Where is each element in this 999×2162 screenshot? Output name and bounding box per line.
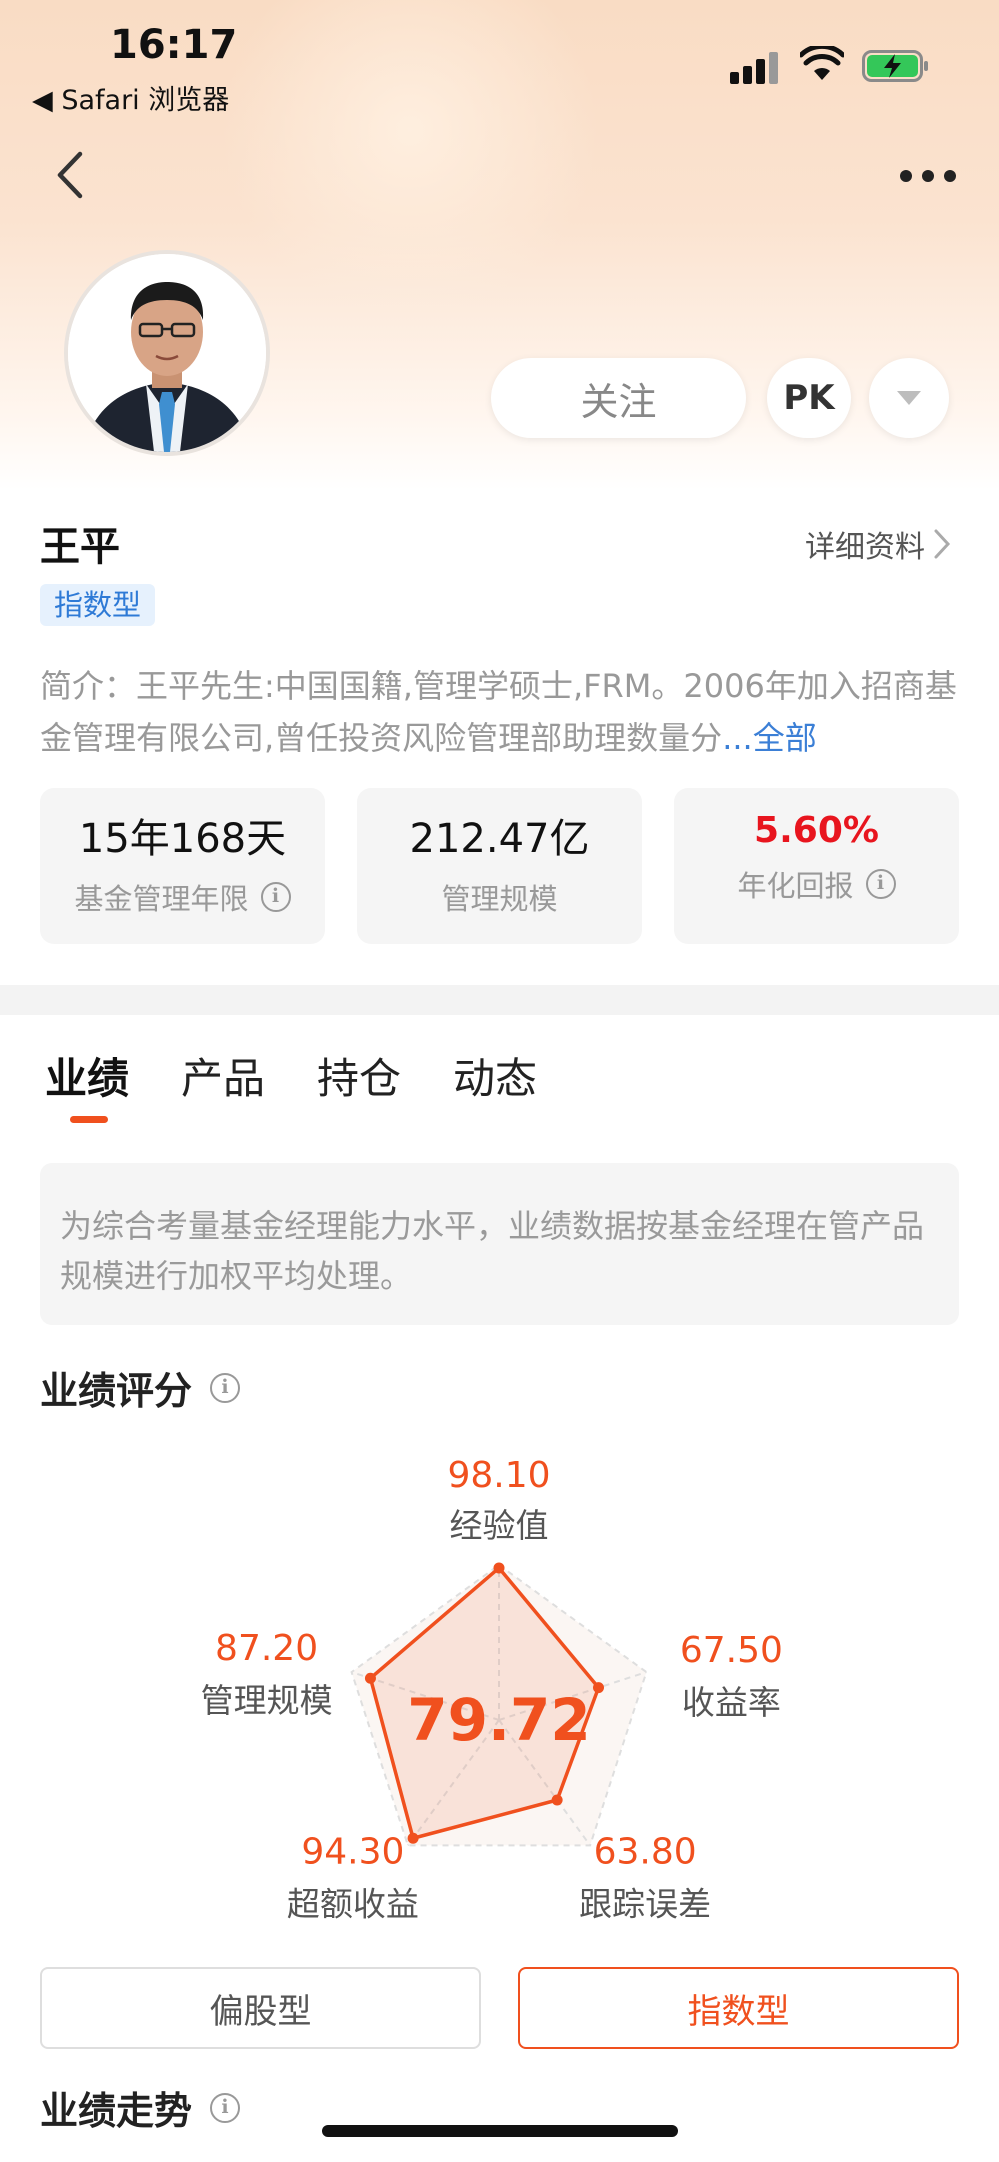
manager-intro: 简介：王平先生:中国国籍,管理学硕士,FRM。2006年加入招商基金管理有限公司… [40,660,965,764]
tab-holdings[interactable]: 持仓 [317,1045,401,1106]
info-icon[interactable]: i [210,1372,241,1403]
tab-news[interactable]: 动态 [453,1045,537,1106]
score-section-header: 业绩评分 i [40,1360,241,1415]
axis-label: 跟踪误差 [579,1884,711,1923]
score-section-title: 业绩评分 [40,1369,193,1413]
segment-index-button[interactable]: 指数型 [518,1967,959,2049]
stat-label: 基金管理年限 [74,882,249,916]
axis-label: 收益率 [682,1683,781,1722]
info-icon[interactable]: i [210,2092,241,2123]
tab-products[interactable]: 产品 [181,1045,265,1106]
tab-bar: 业绩 产品 持仓 动态 [45,1045,537,1106]
status-time: 16:17 [110,22,238,68]
total-score: 79.72 [407,1686,590,1754]
stat-label: 管理规模 [441,882,558,916]
more-options-icon[interactable] [900,170,956,184]
radar-point [593,1682,605,1694]
cellular-signal-icon [730,50,780,84]
back-arrow-icon[interactable] [52,150,92,200]
trend-section-header: 业绩走势 i [40,2080,241,2135]
active-tab-indicator [70,1116,108,1123]
segment-equity-button[interactable]: 偏股型 [40,1967,481,2049]
header-glow [220,0,600,320]
radar-point [407,1832,419,1844]
axis-label: 超额收益 [287,1884,419,1923]
tab-performance[interactable]: 业绩 [45,1045,129,1106]
stat-card-scale: 212.47亿 管理规模 [357,788,642,944]
stat-label-row: 基金管理年限 i [40,876,325,918]
axis-value: 87.20 [215,1628,318,1669]
axis-value: 98.10 [447,1455,550,1496]
fund-type-badge: 指数型 [40,584,156,626]
trend-section-title: 业绩走势 [40,2089,193,2133]
section-divider [0,985,999,1015]
stat-value: 5.60% [754,810,879,851]
manager-avatar [64,250,270,456]
battery-charging-icon [862,50,928,82]
score-radar-chart: 79.72 98.10 经验值 67.50 收益率 63.80 跟踪误差 94.30 超额收益 8… [201,1455,783,1923]
detail-info-label: 详细资料 [805,530,925,565]
axis-label: 管理规模 [201,1681,333,1720]
axis-value: 67.50 [680,1630,783,1671]
manager-name: 王平 [40,524,120,570]
stat-value: 15年168天 [78,816,287,862]
stat-label-row: 年化回报 i [674,863,959,905]
manager-portrait-image [68,254,266,452]
stat-label-row: 管理规模 [357,876,642,918]
axis-value: 63.80 [594,1831,697,1872]
home-indicator [322,2125,678,2137]
back-to-app-link[interactable]: ◀ Safari 浏览器 [32,78,229,117]
intro-expand-link[interactable]: ...全部 [722,719,817,757]
axis-value: 94.30 [301,1831,404,1872]
detail-info-link[interactable]: 详细资料 [805,522,951,566]
radar-point [551,1794,563,1806]
stat-card-tenure: 15年168天 基金管理年限 i [40,788,325,944]
stat-value: 212.47亿 [409,816,590,862]
stat-card-annual-return: 5.60% 年化回报 i [674,788,959,944]
radar-point [493,1562,505,1574]
pk-compare-button[interactable]: PK [767,358,851,438]
triangle-down-icon [897,391,921,405]
stat-label: 年化回报 [737,869,854,903]
dropdown-button[interactable] [869,358,949,438]
axis-label: 经验值 [450,1506,549,1545]
wifi-icon [800,46,844,80]
radar-point [364,1672,376,1684]
chevron-right-icon [934,529,951,559]
info-icon[interactable]: i [865,869,896,899]
intro-text: 简介：王平先生:中国国籍,管理学硕士,FRM。2006年加入招商基金管理有限公司… [40,667,957,757]
performance-notice: 为综合考量基金经理能力水平，业绩数据按基金经理在管产品规模进行加权平均处理。 [40,1163,959,1325]
follow-button[interactable]: 关注 [491,358,746,438]
info-icon[interactable]: i [260,882,291,912]
